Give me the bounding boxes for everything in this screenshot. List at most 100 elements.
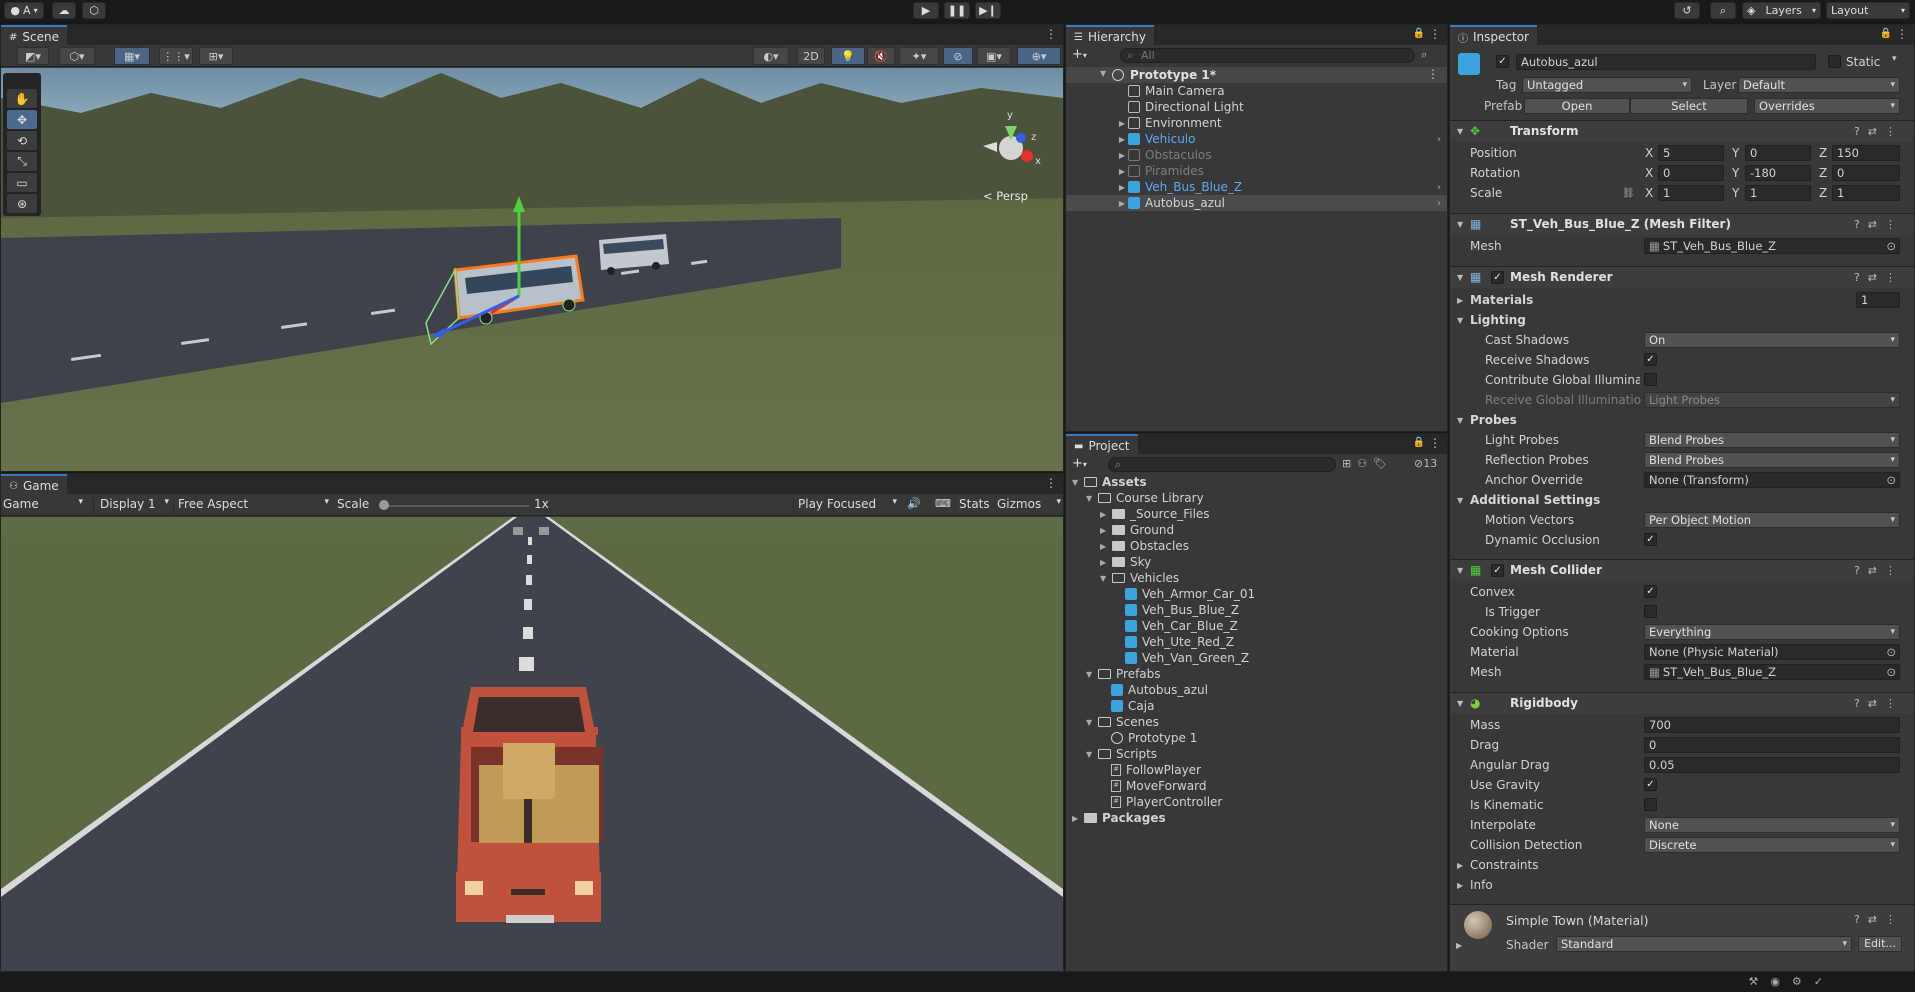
additional-settings-section[interactable]: ▼ Additional Settings [1450,491,1914,509]
project-folder[interactable]: ▼ Course Library [1066,490,1447,506]
hierarchy-item[interactable]: ▶ Piramides [1066,163,1447,179]
scene-menu-icon[interactable]: ⋮ [1427,67,1439,81]
is-kinematic-checkbox[interactable] [1644,798,1657,811]
scene-header-row[interactable]: ▼ Prototype 1* ⋮ [1066,67,1447,83]
drag-field[interactable]: 0 [1644,737,1900,753]
collider-mesh-field[interactable]: ▦ ST_Veh_Bus_Blue_Z ⊙ [1644,664,1900,680]
interpolate-dropdown[interactable]: None [1644,817,1900,833]
hierarchy-item[interactable]: Directional Light [1066,99,1447,115]
project-menu-icon[interactable]: ⋮ [1429,436,1441,450]
create-asset-button[interactable]: +▾ [1072,456,1087,471]
play-mode-dropdown[interactable]: Play Focused ▾ [793,497,901,513]
edit-shader-button[interactable]: Edit... [1858,936,1902,952]
project-folder[interactable]: ▼ Prefabs [1066,666,1447,682]
materials-count-field[interactable]: 1 [1856,292,1900,308]
component-actions-icons[interactable]: ?⇄⋮ [1854,564,1904,577]
game-mode-dropdown[interactable]: Game ▾ [1,497,87,513]
gizmos-toggle[interactable]: ⊕▾ [1017,47,1061,65]
collision-detection-dropdown[interactable]: Discrete [1644,837,1900,853]
inspector-menu-icon[interactable]: ⋮ [1896,27,1908,41]
project-asset[interactable]: Prototype 1 [1066,730,1447,746]
object-name-field[interactable]: Autobus_azul [1516,54,1816,70]
step-button[interactable]: ▶❙ [975,2,1001,19]
project-asset[interactable]: Veh_Armor_Car_01 [1066,586,1447,602]
static-checkbox[interactable] [1828,55,1841,68]
cast-shadows-dropdown[interactable]: On [1644,332,1900,348]
project-filter-icons[interactable]: ⊞⚇🏷 [1342,457,1393,470]
display-dropdown[interactable]: Display 1 ▾ [93,497,173,513]
audio-toggle[interactable]: 🔇 [867,47,895,65]
collider-material-field[interactable]: None (Physic Material) ⊙ [1644,644,1900,660]
view-mode-button[interactable]: ⬡▾ [59,47,95,65]
contribute-gi-checkbox[interactable] [1644,373,1657,386]
project-folder[interactable]: ▼ Scripts [1066,746,1447,762]
prefab-overrides-dropdown[interactable]: Overrides [1754,98,1900,114]
motion-vectors-dropdown[interactable]: Per Object Motion [1644,512,1900,528]
component-actions-icons[interactable]: ?⇄⋮ [1854,697,1904,710]
project-asset[interactable]: Caja [1066,698,1447,714]
keyboard-icon[interactable]: ⌨ [935,497,951,510]
mass-field[interactable]: 700 [1644,717,1900,733]
mute-audio-icon[interactable]: 🔊 [907,497,921,510]
shader-dropdown[interactable]: Standard [1556,936,1852,952]
chevron-right-icon[interactable]: ▶ [1456,941,1462,950]
snap-increment-button[interactable]: ⋮⋮▾ [159,47,193,65]
history-button[interactable]: ↺ [1674,2,1700,19]
rotation-y-field[interactable]: -180 [1745,165,1811,181]
project-folder[interactable]: ▶ Obstacles [1066,538,1447,554]
cooking-options-dropdown[interactable]: Everything [1644,624,1900,640]
hidden-objects-toggle[interactable]: ⊘ [943,47,973,65]
info-row[interactable]: ▶ Info [1450,876,1914,894]
hierarchy-item[interactable]: ▶ Environment [1066,115,1447,131]
rotation-x-field[interactable]: 0 [1658,165,1724,181]
hand-tool[interactable]: ✋ [7,89,37,108]
lock-icon[interactable]: 🔒 [1413,437,1425,448]
mesh-filter-header[interactable]: ▼ ▦ ST_Veh_Bus_Blue_Z (Mesh Filter) ?⇄⋮ [1450,213,1914,235]
mesh-collider-enabled-checkbox[interactable]: ✓ [1491,564,1504,577]
add-object-button[interactable]: +▾ [1072,47,1087,62]
position-x-field[interactable]: 5 [1658,145,1724,161]
component-actions-icons[interactable]: ?⇄⋮ [1854,913,1904,926]
hierarchy-item[interactable]: ▶ Obstaculos [1066,147,1447,163]
reflection-probes-dropdown[interactable]: Blend Probes [1644,452,1900,468]
mesh-collider-header[interactable]: ▼ ▦ ✓ Mesh Collider ?⇄⋮ [1450,559,1914,581]
project-folder[interactable]: ▶ Ground [1066,522,1447,538]
tab-game[interactable]: ⚇ Game [1,474,67,495]
tab-project[interactable]: ▬ Project [1066,434,1138,455]
prefab-select-button[interactable]: Select [1630,98,1748,114]
collab-button[interactable]: ⬡ [82,2,106,19]
project-folder[interactable]: ▶ Sky [1066,554,1447,570]
pause-button[interactable]: ❚❚ [944,2,970,19]
hidden-packages-count[interactable]: ⊘13 [1414,457,1437,470]
account-button[interactable]: ● A ▾ [4,2,44,19]
search-button[interactable]: ⌕ [1710,2,1736,19]
draw-mode-button[interactable]: ◩▾ [17,47,49,65]
hierarchy-item[interactable]: Main Camera [1066,83,1447,99]
grid-snap-button[interactable]: ▦▾ [114,47,150,65]
component-actions-icons[interactable]: ?⇄⋮ [1854,271,1904,284]
camera-settings-button[interactable]: ▣▾ [977,47,1011,65]
mesh-renderer-enabled-checkbox[interactable]: ✓ [1491,271,1504,284]
hierarchy-item[interactable]: ▶ Veh_Bus_Blue_Z › [1066,179,1447,195]
scale-x-field[interactable]: 1 [1658,185,1724,201]
angular-drag-field[interactable]: 0.05 [1644,757,1900,773]
scale-z-field[interactable]: 1 [1832,185,1900,201]
scene-menu-icon[interactable]: ⋮ [1045,27,1057,41]
layer-dropdown[interactable]: Default [1738,77,1900,93]
project-folder[interactable]: ▼ Vehicles [1066,570,1447,586]
scale-tool[interactable]: ⤡ [7,152,37,171]
link-icon[interactable]: ⛓ [1622,188,1635,199]
position-y-field[interactable]: 0 [1745,145,1811,161]
aspect-dropdown[interactable]: Free Aspect ▾ [173,497,333,513]
convex-checkbox[interactable]: ✓ [1644,585,1657,598]
scale-slider-handle[interactable] [379,500,389,510]
hierarchy-item[interactable]: ▶ Vehiculo › [1066,131,1447,147]
tab-hierarchy[interactable]: ☰ Hierarchy [1066,25,1154,46]
project-asset[interactable]: # MoveForward [1066,778,1447,794]
position-z-field[interactable]: 150 [1832,145,1900,161]
project-asset[interactable]: Veh_Car_Blue_Z [1066,618,1447,634]
search-filter-icon[interactable]: ⌕ [1421,48,1427,62]
status-icons[interactable]: ⚒◉⚙✓ [1748,975,1835,988]
transform-header[interactable]: ▼ ✥ Transform ?⇄⋮ [1450,120,1914,142]
tab-scene[interactable]: # Scene [1,25,67,46]
